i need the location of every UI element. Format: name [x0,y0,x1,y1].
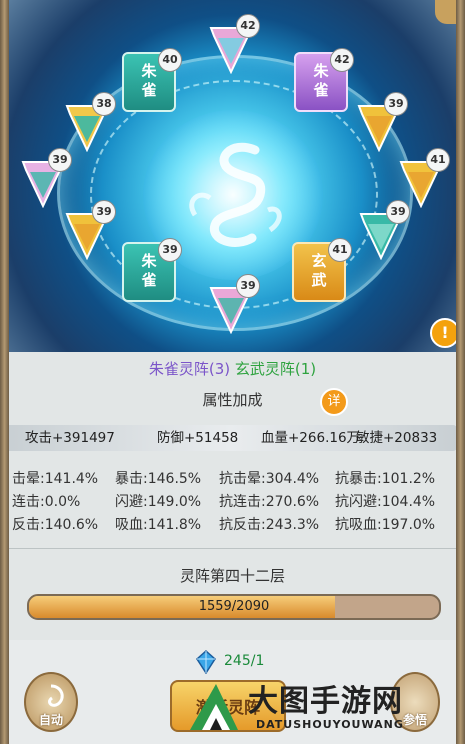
stat-dodge-resist: 抗闪避:104.4% [335,494,436,510]
zhuque-banner-purple[interactable]: 朱雀 42 [294,48,354,112]
formation-summary: 朱雀灵阵(3) 玄武灵阵(1) [0,358,465,379]
detail-button[interactable]: 详 [320,388,348,416]
defense-value: 防御+51458 [157,430,239,446]
zhuque-banner[interactable]: 朱雀 39 [122,238,182,302]
formation-banner[interactable]: 41 [398,148,450,208]
auto-label: 自动 [38,713,63,727]
stat-combo-resist: 抗连击:270.6% [219,494,320,510]
stat-counter-resist: 抗反击:243.3% [219,517,320,533]
xuanwu-banner[interactable]: 玄武 41 [292,238,352,302]
formation-banner[interactable]: 42 [208,14,260,74]
attribute-header: 属性加成 [202,391,263,409]
frame-left [0,0,9,744]
stat-dodge: 闪避:149.0% [115,494,202,510]
banner-level: 39 [158,238,182,262]
stat-stun: 击晕:141.4% [12,471,99,487]
attack-value: 攻击+391497 [25,430,115,446]
layer-title: 灵阵第四十二层 [179,567,285,585]
progress-text: 1559/2090 [198,599,270,614]
formation-banner[interactable]: 39 [64,200,116,260]
watermark-title: 大图手游网 [248,684,403,719]
formation-banner[interactable]: 39 [208,274,260,334]
gem-count: 245/1 [224,653,265,669]
auto-button[interactable]: 自动 [24,672,78,732]
watermark: 大图手游网 DATUSHOUYOUWANG [186,676,456,740]
formation-banner[interactable]: 39 [20,148,72,208]
layer-progress-bar: 1559/2090 [27,594,441,620]
formation-banner[interactable]: 39 [356,92,408,152]
banner-level: 39 [236,274,260,298]
dragon-icon [189,142,282,247]
banner-level: 39 [384,92,408,116]
attribute-bar: 攻击+391497 防御+51458 血量+266.16万 敏捷+20833 [5,425,457,451]
stat-lifesteal: 吸血:141.8% [115,517,202,533]
frame-right [456,0,465,744]
stat-combo: 连击:0.0% [12,494,81,510]
banner-level: 39 [92,200,116,224]
formation-scene: 42 朱雀 40 朱雀 42 38 39 39 41 39 39 朱雀 39 玄… [0,0,465,352]
zhuque-banner[interactable]: 朱雀 40 [122,48,182,112]
stat-counter: 反击:140.6% [12,517,99,533]
watermark-logo [190,684,238,730]
banner-level: 42 [236,14,260,38]
stat-stun-resist: 抗击晕:304.4% [219,471,320,487]
banner-level: 40 [158,48,182,72]
hp-value: 血量+266.16万 [261,430,361,446]
xuanwu-formation-count: 玄武灵阵(1) [234,360,317,378]
gem-icon [196,650,216,674]
agility-value: 敏捷+20833 [356,430,438,446]
zhuque-formation-count: 朱雀灵阵(3) [148,360,231,378]
divider [4,548,459,549]
stat-crit: 暴击:146.5% [115,471,202,487]
banner-level: 39 [386,200,410,224]
banner-level: 39 [48,148,72,172]
banner-level: 41 [328,238,352,262]
formation-banner[interactable]: 39 [358,200,410,260]
banner-level: 38 [92,92,116,116]
banner-level: 41 [426,148,450,172]
banner-level: 42 [330,48,354,72]
formation-banner[interactable]: 38 [64,92,116,152]
watermark-subtitle: DATUSHOUYOUWANG [256,718,404,731]
stat-crit-resist: 抗暴击:101.2% [335,471,436,487]
stat-lifesteal-resist: 抗吸血:197.0% [335,517,436,533]
